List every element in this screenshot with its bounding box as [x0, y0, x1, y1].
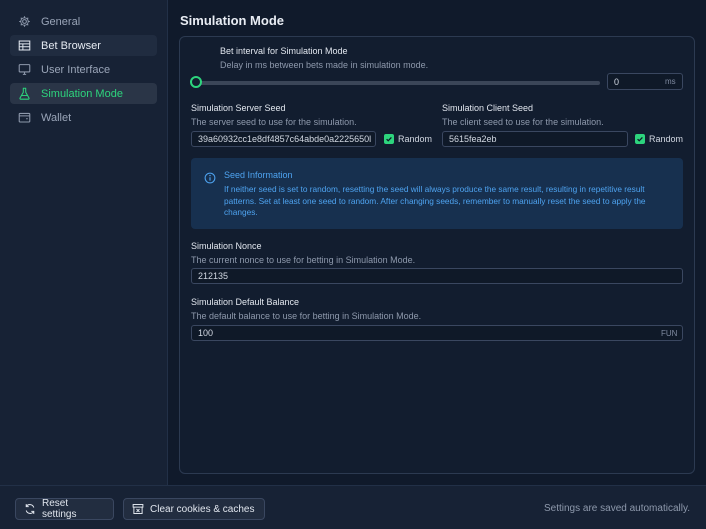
seed-info-callout: Seed Information If neither seed is set …: [191, 158, 683, 229]
settings-panel: Bet interval for Simulation Mode Delay i…: [179, 36, 695, 474]
server-seed-value: 39a60932cc1e8df4857c64abde0a2225650l: [198, 134, 372, 144]
clear-cookies-button[interactable]: Clear cookies & caches: [123, 498, 265, 520]
sidebar-item-bet-browser[interactable]: Bet Browser: [10, 35, 157, 56]
bet-interval-slider-handle[interactable]: [190, 76, 202, 88]
nonce-input[interactable]: 212135: [191, 268, 683, 284]
client-seed-description: The client seed to use for the simulatio…: [442, 117, 604, 127]
gear-icon: [18, 15, 31, 28]
balance-unit: FUN: [661, 329, 678, 338]
client-seed-random-checkbox[interactable]: [635, 134, 645, 144]
server-seed-description: The server seed to use for the simulatio…: [191, 117, 357, 127]
client-seed-value: 5615fea2eb: [449, 134, 497, 144]
server-seed-label: Simulation Server Seed: [191, 103, 286, 113]
client-seed-random-label: Random: [649, 134, 684, 144]
info-icon: [204, 171, 216, 189]
wallet-icon: [18, 111, 31, 124]
reset-settings-label: Reset settings: [42, 498, 77, 520]
footer-bar: Reset settings Clear cookies & caches Se…: [0, 485, 706, 529]
sidebar-item-user-interface[interactable]: User Interface: [10, 59, 157, 80]
page-title: Simulation Mode: [180, 13, 284, 28]
archive-x-icon: [132, 503, 144, 515]
clear-cookies-label: Clear cookies & caches: [150, 503, 255, 515]
sidebar-item-label: General: [41, 15, 81, 28]
sidebar-item-label: Simulation Mode: [41, 87, 123, 100]
reset-settings-button[interactable]: Reset settings: [15, 498, 114, 520]
sidebar-item-label: User Interface: [41, 63, 111, 76]
checkmark-icon: [386, 136, 392, 142]
balance-description: The default balance to use for betting i…: [191, 311, 422, 321]
refresh-icon: [24, 503, 36, 515]
autosave-note: Settings are saved automatically.: [543, 503, 690, 514]
sidebar-item-simulation-mode[interactable]: Simulation Mode: [10, 83, 157, 104]
sidebar-item-label: Bet Browser: [41, 39, 101, 52]
server-seed-random-label: Random: [398, 134, 433, 144]
bet-interval-value: 0: [614, 76, 620, 87]
main-content: Simulation Mode Bet interval for Simulat…: [168, 0, 706, 485]
bet-interval-slider[interactable]: [195, 81, 600, 85]
server-seed-random-checkbox[interactable]: [384, 134, 394, 144]
monitor-icon: [18, 63, 31, 76]
seed-info-text: If neither seed is set to random, resett…: [224, 184, 646, 217]
client-seed-label: Simulation Client Seed: [442, 103, 534, 113]
sidebar: General Bet Browser User Interface Simul…: [0, 0, 168, 485]
sidebar-item-general[interactable]: General: [10, 11, 157, 32]
seed-info-title: Seed Information: [224, 170, 293, 180]
server-seed-input[interactable]: 39a60932cc1e8df4857c64abde0a2225650l: [191, 131, 376, 147]
bet-interval-label: Bet interval for Simulation Mode: [220, 46, 348, 56]
client-seed-input[interactable]: 5615fea2eb: [442, 131, 628, 147]
bet-interval-description: Delay in ms between bets made in simulat…: [220, 60, 429, 70]
nonce-value: 212135: [198, 271, 229, 281]
bet-interval-unit: ms: [665, 77, 676, 86]
flask-icon: [18, 87, 31, 100]
balance-value: 100: [198, 328, 214, 338]
balance-label: Simulation Default Balance: [191, 297, 300, 307]
nonce-label: Simulation Nonce: [191, 241, 262, 251]
checkmark-icon: [637, 136, 643, 142]
sidebar-item-label: Wallet: [41, 111, 72, 124]
nonce-description: The current nonce to use for betting in …: [191, 255, 416, 265]
sidebar-item-wallet[interactable]: Wallet: [10, 107, 157, 128]
balance-input[interactable]: 100: [191, 325, 683, 341]
table-icon: [18, 39, 31, 52]
